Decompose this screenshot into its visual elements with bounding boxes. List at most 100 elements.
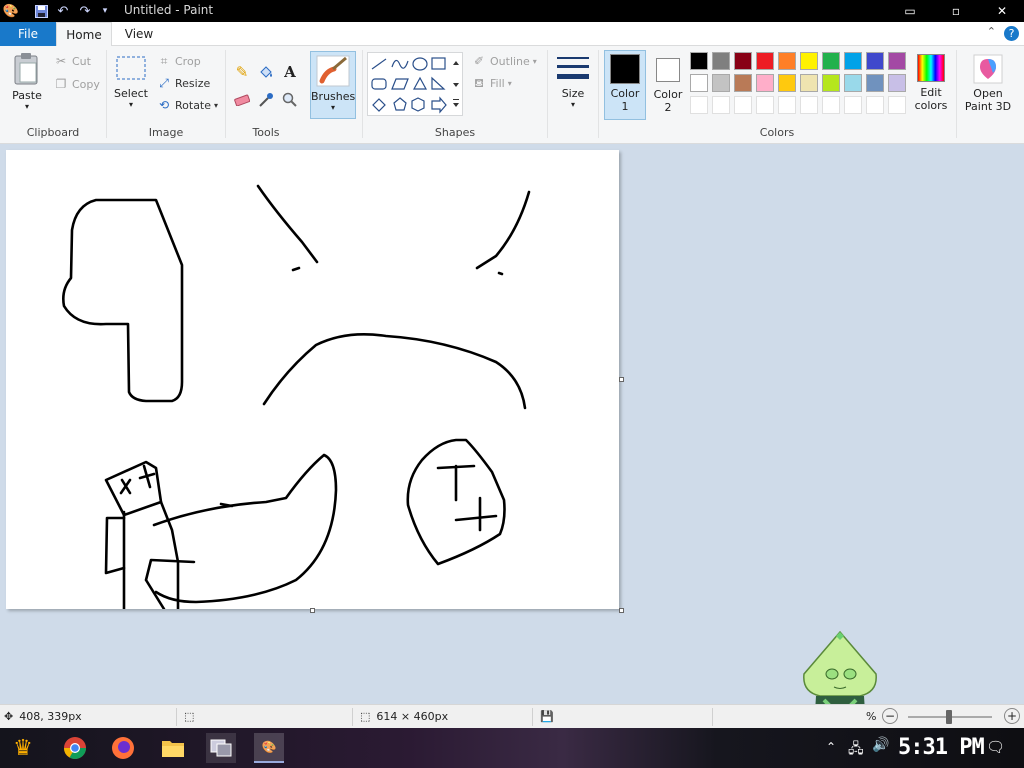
palette-swatch[interactable] [800, 52, 818, 70]
resize-handle-bottom[interactable] [310, 608, 315, 613]
firefox-icon[interactable] [108, 733, 138, 763]
palette-swatch[interactable] [690, 96, 708, 114]
palette-swatch[interactable] [844, 96, 862, 114]
color2-button[interactable]: Color 2 [648, 54, 688, 114]
palette-swatch[interactable] [778, 74, 796, 92]
palette-swatch[interactable] [822, 52, 840, 70]
select-button[interactable]: Select ▾ [112, 54, 150, 109]
text-tool-icon[interactable]: A [280, 62, 300, 82]
scissors-icon: ✂ [55, 54, 67, 68]
resize-handle-corner[interactable] [619, 608, 624, 613]
palette-swatch[interactable] [866, 52, 884, 70]
color2-label: Color [653, 88, 683, 101]
notifications-icon[interactable]: 🗨 [986, 738, 1005, 756]
fill-button[interactable]: ⛾ Fill ▾ [472, 76, 512, 90]
chrome-icon[interactable] [60, 733, 90, 763]
rainbow-icon [917, 54, 945, 82]
tab-file[interactable]: File [0, 22, 56, 46]
group-label-shapes: Shapes [434, 126, 476, 139]
canvas-size: ⬚ 614 × 460px [360, 710, 448, 723]
copy-button[interactable]: ❐ Copy [54, 77, 100, 91]
palette-swatch[interactable] [800, 74, 818, 92]
help-icon[interactable]: ? [1004, 26, 1019, 41]
palette-swatch[interactable] [866, 96, 884, 114]
open-paint3d-button[interactable]: Open Paint 3D [960, 54, 1016, 113]
palette-swatch[interactable] [888, 52, 906, 70]
palette-swatch[interactable] [712, 96, 730, 114]
palette-swatch[interactable] [690, 52, 708, 70]
magnifier-icon[interactable] [280, 90, 300, 110]
paint-taskbar-icon[interactable]: 🎨 [254, 733, 284, 763]
color2-number: 2 [664, 101, 672, 114]
palette-swatch[interactable] [778, 52, 796, 70]
palette-swatch[interactable] [756, 96, 774, 114]
brushes-button[interactable]: Brushes ▾ [310, 51, 356, 119]
palette-swatch[interactable] [844, 52, 862, 70]
palette-swatch[interactable] [866, 74, 884, 92]
zoom-slider-thumb[interactable] [946, 710, 952, 724]
outline-button[interactable]: ✐ Outline ▾ [472, 54, 537, 68]
resize-handle-right[interactable] [619, 377, 624, 382]
select-dropdown-icon: ▾ [128, 100, 133, 109]
show-hidden-icons[interactable]: ⌃ [826, 740, 836, 754]
palette-swatch[interactable] [844, 74, 862, 92]
cursor-position: ✥ 408, 339px [4, 710, 82, 723]
color1-button[interactable]: Color 1 [604, 50, 646, 120]
fill-bucket-icon[interactable] [256, 62, 276, 82]
palette-swatch[interactable] [778, 96, 796, 114]
palette-swatch[interactable] [888, 74, 906, 92]
zoom-in-button[interactable]: + [1004, 708, 1020, 724]
maximize-button[interactable]: ▫ [936, 0, 976, 22]
palette-swatch[interactable] [822, 96, 840, 114]
taskview-icon[interactable] [206, 733, 236, 763]
minimize-button[interactable]: ▭ [890, 0, 930, 22]
pencil-icon[interactable]: ✎ [232, 62, 252, 82]
zoom-out-button[interactable]: − [882, 708, 898, 724]
size-button[interactable]: Size ▾ [553, 54, 593, 109]
taskbar-clock[interactable]: 5:31 PM [898, 735, 985, 760]
status-separator [352, 708, 353, 726]
canvas-size-icon: ⬚ [360, 710, 371, 723]
palette-swatch[interactable] [822, 74, 840, 92]
outline-brush-icon: ✐ [473, 54, 485, 68]
outline-dropdown-icon: ▾ [532, 56, 537, 66]
title-bar: 🎨 ↶ ↷ ▾ Untitled - Paint ▭ ▫ ✕ [0, 0, 1024, 22]
redo-icon[interactable]: ↷ [76, 3, 94, 19]
tab-home[interactable]: Home [56, 22, 112, 47]
volume-icon[interactable]: 🔊 [872, 737, 889, 753]
resize-button[interactable]: ⤢ Resize [157, 76, 210, 90]
customize-quick-access-icon[interactable]: ▾ [96, 3, 114, 19]
collapse-ribbon-icon[interactable]: ⌃ [987, 25, 996, 38]
palette-swatch[interactable] [712, 74, 730, 92]
edit-colors-button[interactable]: Edit colors [910, 54, 952, 112]
palette-swatch[interactable] [734, 96, 752, 114]
eraser-icon[interactable] [232, 90, 252, 110]
group-separator [225, 50, 226, 138]
drawing-canvas[interactable] [6, 150, 624, 613]
save-icon[interactable] [32, 3, 50, 19]
palette-swatch[interactable] [690, 74, 708, 92]
close-button[interactable]: ✕ [982, 0, 1022, 22]
crop-button[interactable]: ⌗ Crop [157, 54, 201, 68]
cut-button[interactable]: ✂ Cut [54, 54, 91, 68]
palette-swatch[interactable] [888, 96, 906, 114]
palette-swatch[interactable] [756, 52, 774, 70]
shapes-gallery[interactable] [367, 52, 463, 116]
brush-icon [316, 55, 350, 87]
start-icon[interactable]: ♛ [8, 733, 38, 763]
palette-swatch[interactable] [734, 52, 752, 70]
paste-button[interactable]: Paste ▾ [6, 52, 48, 111]
palette-swatch[interactable] [800, 96, 818, 114]
color2-swatch [656, 58, 680, 82]
ribbon: Paste ▾ ✂ Cut ❐ Copy Clipboard Select ▾ ⌗ C… [0, 46, 1024, 144]
palette-swatch[interactable] [734, 74, 752, 92]
tab-view[interactable]: View [114, 22, 164, 46]
select-rect-icon [116, 56, 146, 80]
undo-icon[interactable]: ↶ [54, 3, 72, 19]
rotate-button[interactable]: ⟲ Rotate ▾ [157, 98, 218, 112]
file-explorer-icon[interactable] [158, 733, 188, 763]
network-icon[interactable]: 🖧 [848, 738, 864, 762]
palette-swatch[interactable] [712, 52, 730, 70]
color-picker-icon[interactable] [256, 90, 276, 110]
palette-swatch[interactable] [756, 74, 774, 92]
